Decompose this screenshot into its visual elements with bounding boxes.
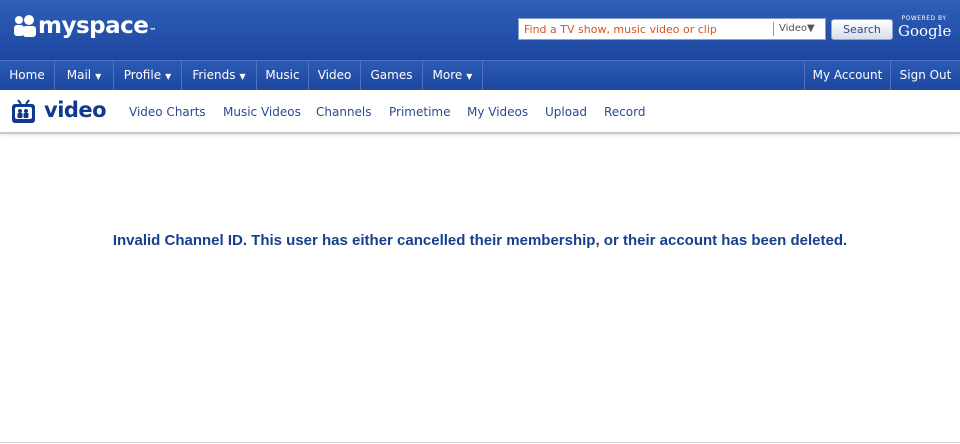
nav-sign-out[interactable]: Sign Out (890, 61, 960, 90)
nav-more-label: More (432, 68, 463, 82)
link-upload[interactable]: Upload (545, 105, 587, 119)
link-my-videos[interactable]: My Videos (467, 105, 528, 119)
nav-mail-label: Mail (66, 68, 92, 82)
nav-home-label: Home (9, 68, 45, 82)
chevron-down-icon: ▼ (165, 72, 172, 81)
powered-by-label: POWERED BY (901, 15, 947, 22)
section-title[interactable]: video (44, 98, 107, 122)
nav-sign-out-label: Sign Out (899, 68, 952, 82)
nav-music[interactable]: Music (257, 61, 309, 90)
link-video-charts[interactable]: Video Charts (129, 105, 206, 119)
logo-trademark: ™ (149, 27, 157, 35)
logo-text: myspace (38, 13, 149, 39)
chevron-down-icon: ▼ (239, 72, 246, 81)
footer-divider (0, 442, 960, 443)
nav-profile[interactable]: Profile ▼ (114, 61, 182, 90)
powered-by-google: POWERED BY Google (898, 15, 952, 40)
search-box: Video▼ (518, 18, 826, 40)
nav-video[interactable]: Video (309, 61, 361, 90)
nav-profile-label: Profile (123, 68, 162, 82)
nav-my-account[interactable]: My Account (804, 61, 890, 90)
link-record[interactable]: Record (604, 105, 645, 119)
chevron-down-icon: ▼ (95, 72, 102, 81)
nav-games[interactable]: Games (361, 61, 423, 90)
nav-home[interactable]: Home (0, 61, 55, 90)
nav-mail[interactable]: Mail ▼ (55, 61, 114, 90)
link-music-videos[interactable]: Music Videos (223, 105, 301, 119)
site-header: myspace ™ Video▼ Search POWERED BY Googl… (0, 0, 960, 60)
search-scope-select[interactable]: Video▼ (773, 22, 815, 36)
nav-video-label: Video (317, 68, 352, 82)
nav-friends-label: Friends (192, 68, 236, 82)
search-input[interactable] (519, 19, 771, 39)
google-logo: Google (898, 22, 952, 40)
chevron-down-icon: ▼ (466, 72, 473, 81)
main-navigation: Home Mail ▼ Profile ▼ Friends ▼ Music Video… (0, 60, 960, 90)
nav-my-account-label: My Account (812, 68, 883, 82)
tv-icon (12, 99, 35, 123)
search-button[interactable]: Search (831, 19, 893, 40)
nav-friends[interactable]: Friends ▼ (182, 61, 257, 90)
nav-more[interactable]: More ▼ (423, 61, 483, 90)
nav-games-label: Games (370, 68, 413, 82)
myspace-logo[interactable]: myspace ™ (14, 13, 156, 39)
people-icon (14, 15, 36, 37)
error-message: Invalid Channel ID. This user has either… (112, 232, 848, 249)
link-primetime[interactable]: Primetime (389, 105, 450, 119)
link-channels[interactable]: Channels (316, 105, 372, 119)
video-subheader: video Video Charts Music Videos Channels… (0, 90, 960, 134)
nav-music-label: Music (265, 68, 300, 82)
